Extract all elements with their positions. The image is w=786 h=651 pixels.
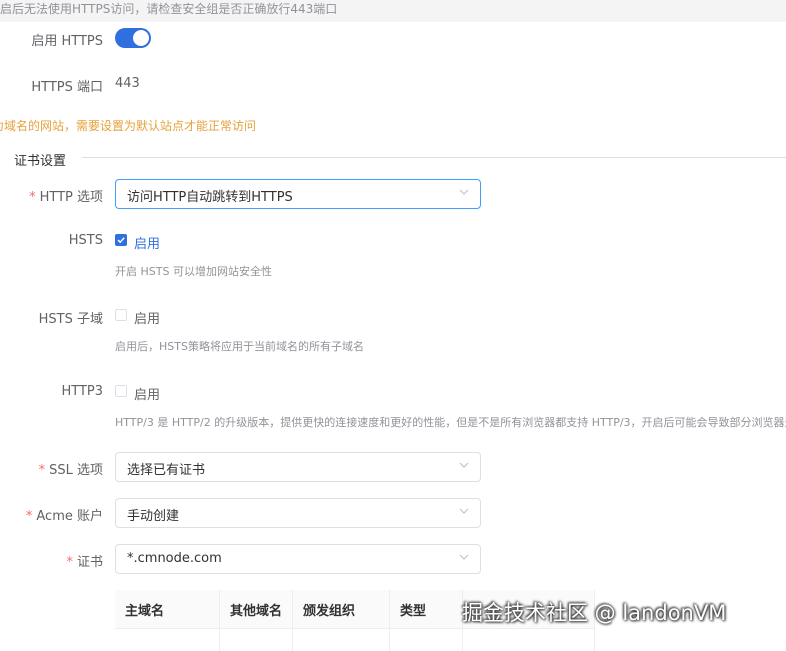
chevron-down-icon	[458, 459, 470, 471]
acme-account-value: 手动创建	[127, 505, 179, 524]
http-option-value: 访问HTTP自动跳转到HTTPS	[127, 186, 293, 205]
certificate-value: *.cmnode.com	[127, 551, 222, 566]
https-port-label: HTTPS 端口	[0, 76, 103, 95]
http3-checkbox[interactable]	[115, 385, 127, 397]
ssl-option-label-text: SSL 选项	[49, 463, 103, 478]
col-issuer: 颁发组织	[293, 590, 390, 629]
enable-https-switch[interactable]	[115, 28, 151, 48]
hsts-subdomain-checkbox-label[interactable]: 启用	[134, 308, 160, 327]
http-option-select[interactable]: 访问HTTP自动跳转到HTTPS	[115, 179, 481, 209]
hsts-checkbox-label[interactable]: 启用	[134, 233, 160, 252]
certificate-label: * 证书	[0, 551, 103, 570]
table-cell	[220, 629, 293, 651]
required-mark: *	[39, 463, 46, 478]
check-icon	[116, 235, 126, 245]
notice-text: 开启后无法使用HTTPS访问，请检查安全组是否正确放行443端口	[0, 0, 337, 18]
table-cell	[463, 629, 595, 651]
hsts-label: HSTS	[0, 233, 103, 248]
required-mark: *	[26, 509, 33, 524]
https-port-value: 443	[115, 76, 140, 91]
http3-label: HTTP3	[0, 384, 103, 399]
table-row	[115, 629, 595, 651]
cert-section-title: 证书设置	[14, 150, 66, 169]
hsts-hint: 开启 HSTS 可以增加网站安全性	[115, 263, 272, 279]
section-divider	[82, 157, 786, 158]
chevron-down-icon	[458, 505, 470, 517]
chevron-down-icon	[458, 551, 470, 563]
ssl-option-label: *SSL 选项	[0, 459, 103, 478]
required-mark: *	[66, 555, 73, 570]
chevron-down-icon	[458, 186, 470, 198]
acme-account-select[interactable]: 手动创建	[115, 498, 481, 528]
acme-account-label: *Acme 账户	[0, 505, 103, 524]
ssl-option-value: 选择已有证书	[127, 459, 205, 478]
http-option-label-text: HTTP 选项	[40, 190, 103, 205]
http-option-label: * HTTP 选项	[0, 186, 103, 205]
acme-account-label-text: Acme 账户	[36, 509, 103, 524]
col-type: 类型	[390, 590, 463, 629]
certificate-select[interactable]: *.cmnode.com	[115, 544, 481, 574]
table-cell	[115, 629, 220, 651]
hsts-subdomain-checkbox[interactable]	[115, 309, 127, 321]
http3-checkbox-label[interactable]: 启用	[134, 384, 160, 403]
certificate-label-text: 证书	[77, 555, 103, 570]
col-primary-domain: 主域名	[115, 590, 220, 629]
col-other-domains: 其他域名	[220, 590, 293, 629]
enable-https-label: 启用 HTTPS	[0, 30, 103, 49]
http3-hint: HTTP/3 是 HTTP/2 的升级版本，提供更快的连接速度和更好的性能，但是…	[115, 414, 786, 430]
notice-bar: 开启后无法使用HTTPS访问，请检查安全组是否正确放行443端口	[0, 0, 786, 22]
hsts-checkbox[interactable]	[115, 234, 127, 246]
switch-knob	[133, 30, 149, 46]
hsts-subdomain-label: HSTS 子域	[0, 308, 103, 327]
watermark: 掘金技术社区 @ landonVM	[462, 597, 726, 627]
hsts-subdomain-hint: 启用后，HSTS策略将应用于当前域名的所有子域名	[115, 338, 364, 354]
default-site-warning: 为域名的网站，需要设置为默认站点才能正常访问	[0, 117, 256, 134]
required-mark: *	[29, 190, 36, 205]
table-cell	[390, 629, 463, 651]
ssl-option-select[interactable]: 选择已有证书	[115, 452, 481, 482]
table-cell	[293, 629, 390, 651]
